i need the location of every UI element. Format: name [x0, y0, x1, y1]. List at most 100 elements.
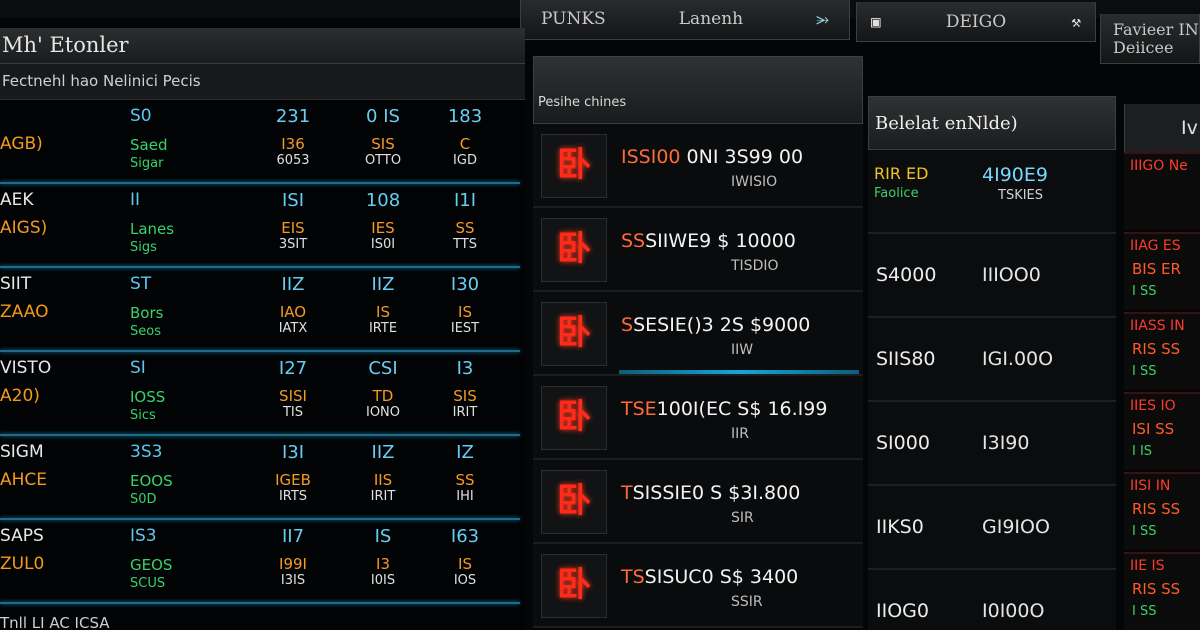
row-value-cell: 0 IS SIS OTTO	[348, 100, 418, 168]
symbol-glyph-icon: 卧	[541, 386, 607, 450]
row-tag-sub: Sigar	[130, 156, 164, 171]
cell-value: 231	[275, 106, 311, 127]
table-row[interactable]: AEK AIGS) II Lanes Sigs ISI EIS 3SIT 108 IES IS0I I…	[0, 184, 525, 268]
table-row[interactable]: AGB) S0 Saed Sigar 231 I36 6053 0 IS SIS OTTO 183 C…	[0, 100, 525, 184]
cell-volume: 3SIT	[278, 237, 308, 252]
cell-change: IIS	[373, 471, 393, 489]
symbol-glyph-icon: 卧	[541, 554, 607, 618]
cell-volume: I0IS	[370, 573, 396, 588]
balance-row[interactable]: SI000 I3I90	[868, 402, 1116, 486]
row-value-cell: CSI TD IONO	[348, 352, 418, 420]
cell-change: I36	[281, 135, 305, 153]
price-value: SSESIE()3 2S $9000	[621, 314, 811, 336]
balance-amount: IIKS0	[876, 516, 924, 538]
cell-volume: IHI	[456, 489, 474, 504]
cell-change: SIS	[453, 387, 477, 405]
balance-row[interactable]: RIR ED Faolice 4I90E9 TSKIES	[868, 150, 1116, 234]
row-value-cell: 183 C IGD	[430, 100, 500, 168]
tab-deigo[interactable]: ▣ DEIGO ⚒	[856, 2, 1096, 42]
tab-label-line2: Deiicee	[1113, 37, 1174, 57]
alert-row[interactable]: IIE IS RIS SS I SS	[1124, 552, 1200, 630]
row-tag: Saed	[130, 136, 168, 154]
cell-volume: I3IS	[280, 573, 306, 588]
tab-label: PUNKS	[541, 8, 606, 29]
row-value-cell: IIZ IS IRTE	[348, 268, 418, 336]
alert-title: IIASS IN	[1130, 318, 1185, 334]
table-row[interactable]: VISTO A20) SI IOSS Sics I27 SISI TIS CSI TD IONO I3…	[0, 352, 525, 436]
balance-row[interactable]: IIOG0 I0I00O	[868, 570, 1116, 630]
row-name: AHCE	[0, 470, 48, 490]
row-value-cell: I27 SISI TIS	[258, 352, 328, 420]
symbol-glyph-icon: 卧	[541, 218, 607, 282]
price-prefix: TS	[621, 566, 645, 588]
row-code: 3S3	[130, 442, 163, 462]
alert-detail: ISI SS	[1132, 420, 1175, 438]
alert-detail: RIS SS	[1132, 580, 1181, 598]
price-row[interactable]: 卧 ISSI00 0NI 3S99 00 IWISIO	[533, 124, 863, 208]
table-row[interactable]: SAPS ZUL0 IS3 GEOS SCUS II7 I99I I3IS IS I3 I0IS I6…	[0, 520, 525, 604]
cell-change: TD	[372, 387, 394, 405]
symbol-glyph-icon: 卧	[541, 134, 607, 198]
price-prefix: SS	[621, 230, 646, 252]
row-name: ZUL0	[0, 554, 45, 574]
row-code: ST	[130, 274, 152, 294]
balance-value: 4I90E9	[982, 164, 1048, 186]
cell-value: IIZ	[281, 274, 305, 295]
cell-change: IS	[458, 555, 472, 573]
balance-tag-sub: Faolice	[874, 186, 919, 201]
cell-value: I30	[450, 274, 480, 295]
alert-row[interactable]: IIES IO ISI SS I IS	[1124, 392, 1200, 470]
price-row[interactable]: 卧 TSISSIE0 S $3I.800 SIR	[533, 460, 863, 544]
price-value: ISSI00 0NI 3S99 00	[621, 146, 804, 168]
balance-total: GI9IOO	[982, 516, 1050, 538]
price-row[interactable]: 卧 SSESIE()3 2S $9000 IIW	[533, 292, 863, 376]
tab-punks[interactable]: PUNKS Lanenh ⭃	[520, 0, 850, 40]
cell-volume: IATX	[278, 321, 308, 336]
row-value-cell: I1I SS TTS	[430, 184, 500, 252]
tab-favieer[interactable]: Favieer IN Deiicee	[1100, 14, 1200, 64]
row-symbol: SAPS	[0, 526, 44, 546]
row-symbol: VISTO	[0, 358, 52, 378]
table-row[interactable]: SIGM AHCE 3S3 EOOS S0D I3I IGEB IRTS IIZ IIS IRIT I…	[0, 436, 525, 520]
progress-bar	[619, 370, 859, 374]
tab-label-secondary: Lanenh	[678, 8, 744, 29]
table-row[interactable]: SIIT ZAAO ST Bors Seos IIZ IAO IATX IIZ IS IRTE I30…	[0, 268, 525, 352]
alert-row[interactable]: IIASS IN RIS SS I SS	[1124, 312, 1200, 390]
alert-detail: RIS SS	[1132, 500, 1181, 518]
cell-value: I27	[278, 358, 308, 379]
right-panel-title: Belelat enNlde)	[868, 96, 1116, 150]
cell-change: IGEB	[275, 471, 311, 489]
alert-status: I SS	[1132, 604, 1157, 619]
cell-value: IIZ	[371, 274, 395, 295]
row-tag-sub: SCUS	[130, 576, 166, 591]
cell-volume: IRIT	[370, 489, 396, 504]
satellite-icon[interactable]: ⭃	[816, 9, 829, 29]
row-code: II	[130, 190, 141, 210]
row-name: AGB)	[0, 134, 43, 154]
cell-change: IES	[371, 219, 395, 237]
row-value-cell: IIZ IIS IRIT	[348, 436, 418, 504]
row-symbol: AEK	[0, 190, 34, 210]
cell-change: IS	[376, 303, 390, 321]
symbol-glyph-icon: 卧	[541, 470, 607, 534]
price-row[interactable]: 卧 TSE100I(EC S$ 16.I99 IIR	[533, 376, 863, 460]
balance-sub: TSKIES	[998, 188, 1044, 203]
balance-row[interactable]: S4000 IIIOO0	[868, 234, 1116, 318]
row-symbol: SIGM	[0, 442, 44, 462]
cell-value: 183	[447, 106, 483, 127]
row-value-cell: 108 IES IS0I	[348, 184, 418, 252]
cell-value: I1I	[453, 190, 477, 211]
alert-row[interactable]: IIAG ES BIS ER I SS	[1124, 232, 1200, 310]
cell-volume: TTS	[453, 237, 477, 252]
tools-icon[interactable]: ⚒	[1071, 12, 1081, 31]
balance-row[interactable]: IIKS0 GI9IOO	[868, 486, 1116, 570]
chart-icon: ▣	[871, 12, 881, 31]
price-value: TSSISUC0 S$ 3400	[621, 566, 799, 588]
cell-volume: IRTE	[368, 321, 398, 336]
balance-row[interactable]: SIIS80 IGI.00O	[868, 318, 1116, 402]
alert-row[interactable]: IIIGO Ne	[1124, 152, 1200, 230]
price-row[interactable]: 卧 SSSIIWE9 $ 10000 TISDIO	[533, 208, 863, 292]
cell-volume: IGD	[453, 153, 477, 168]
price-row[interactable]: 卧 TSSISUC0 S$ 3400 SSIR	[533, 544, 863, 628]
alert-row[interactable]: IISI IN RIS SS I SS	[1124, 472, 1200, 550]
